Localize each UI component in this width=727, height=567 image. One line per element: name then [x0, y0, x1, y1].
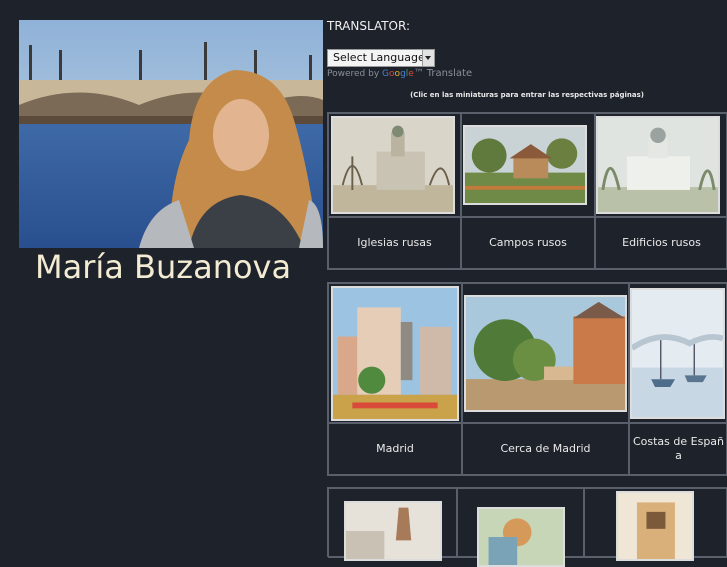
thumbnail-madrid[interactable]: [331, 286, 459, 421]
thumbnail-costas-de-espana[interactable]: [630, 288, 725, 419]
powered-by-text: Powered by: [327, 69, 380, 79]
thumbnail-cerca-de-madrid[interactable]: [464, 295, 627, 412]
google-logo: Google™: [382, 68, 424, 79]
chevron-down-icon: [422, 50, 434, 66]
thumbnail-row3-2[interactable]: [477, 507, 565, 567]
language-select-value: Select Language: [333, 51, 425, 64]
gallery-grid-row3: [327, 487, 727, 567]
thumbnail-edificios-rusos[interactable]: [596, 116, 720, 214]
gallery-label-costas-de-espana[interactable]: Costas de España: [629, 423, 727, 475]
artist-portrait: [19, 20, 323, 248]
gallery-label-campos-rusos[interactable]: Campos rusos: [461, 217, 595, 269]
gallery-grid-row1: Iglesias rusas Campos rusos Edificios ru…: [327, 112, 727, 270]
thumbnail-hint: (Clic en las miniaturas para entrar las …: [410, 91, 644, 99]
gallery-label-edificios-rusos[interactable]: Edificios rusos: [595, 217, 727, 269]
gallery-label-cerca-de-madrid[interactable]: Cerca de Madrid: [462, 423, 629, 475]
thumbnail-row3-1[interactable]: [344, 501, 442, 561]
gallery-label-madrid[interactable]: Madrid: [328, 423, 462, 475]
artist-name: María Buzanova: [35, 248, 292, 286]
language-select[interactable]: Select Language: [327, 49, 435, 67]
gallery-grid-row2: Madrid Cerca de Madrid Costas de España: [327, 282, 727, 476]
powered-by-google[interactable]: Powered by Google™ Translate: [327, 68, 472, 79]
translator-label: TRANSLATOR:: [327, 19, 411, 33]
thumbnail-iglesias-rusas[interactable]: [331, 116, 455, 214]
gallery-label-iglesias-rusas[interactable]: Iglesias rusas: [328, 217, 461, 269]
thumbnail-row3-3[interactable]: [616, 491, 694, 561]
translate-text: Translate: [426, 68, 473, 79]
thumbnail-campos-rusos[interactable]: [463, 125, 587, 205]
